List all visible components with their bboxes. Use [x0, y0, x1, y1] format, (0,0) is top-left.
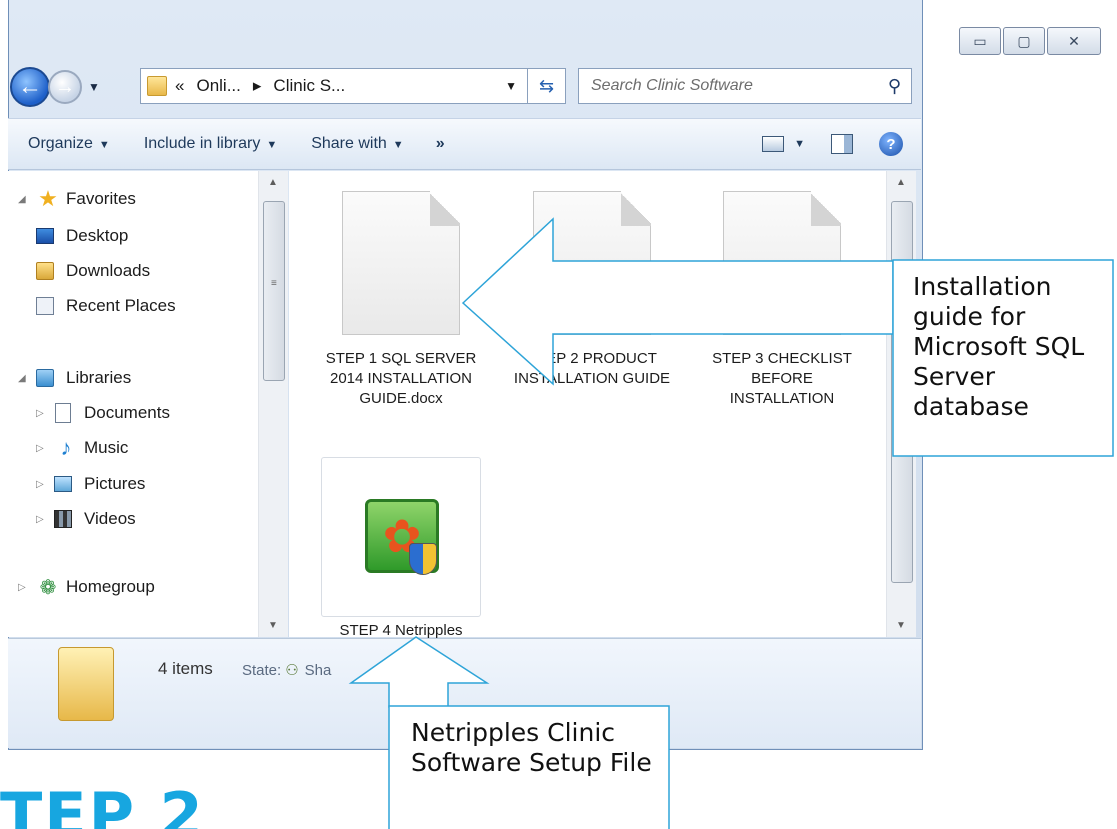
- step-heading: TEP 2: [0, 790, 205, 829]
- callout-arrow-left: [461, 217, 894, 386]
- callout-text-sql: Installation guide for Microsoft SQL Ser…: [913, 272, 1085, 421]
- callout-text-setup: Netripples Clinic Software Setup File: [411, 718, 652, 777]
- callout-arrow-up: [348, 636, 490, 708]
